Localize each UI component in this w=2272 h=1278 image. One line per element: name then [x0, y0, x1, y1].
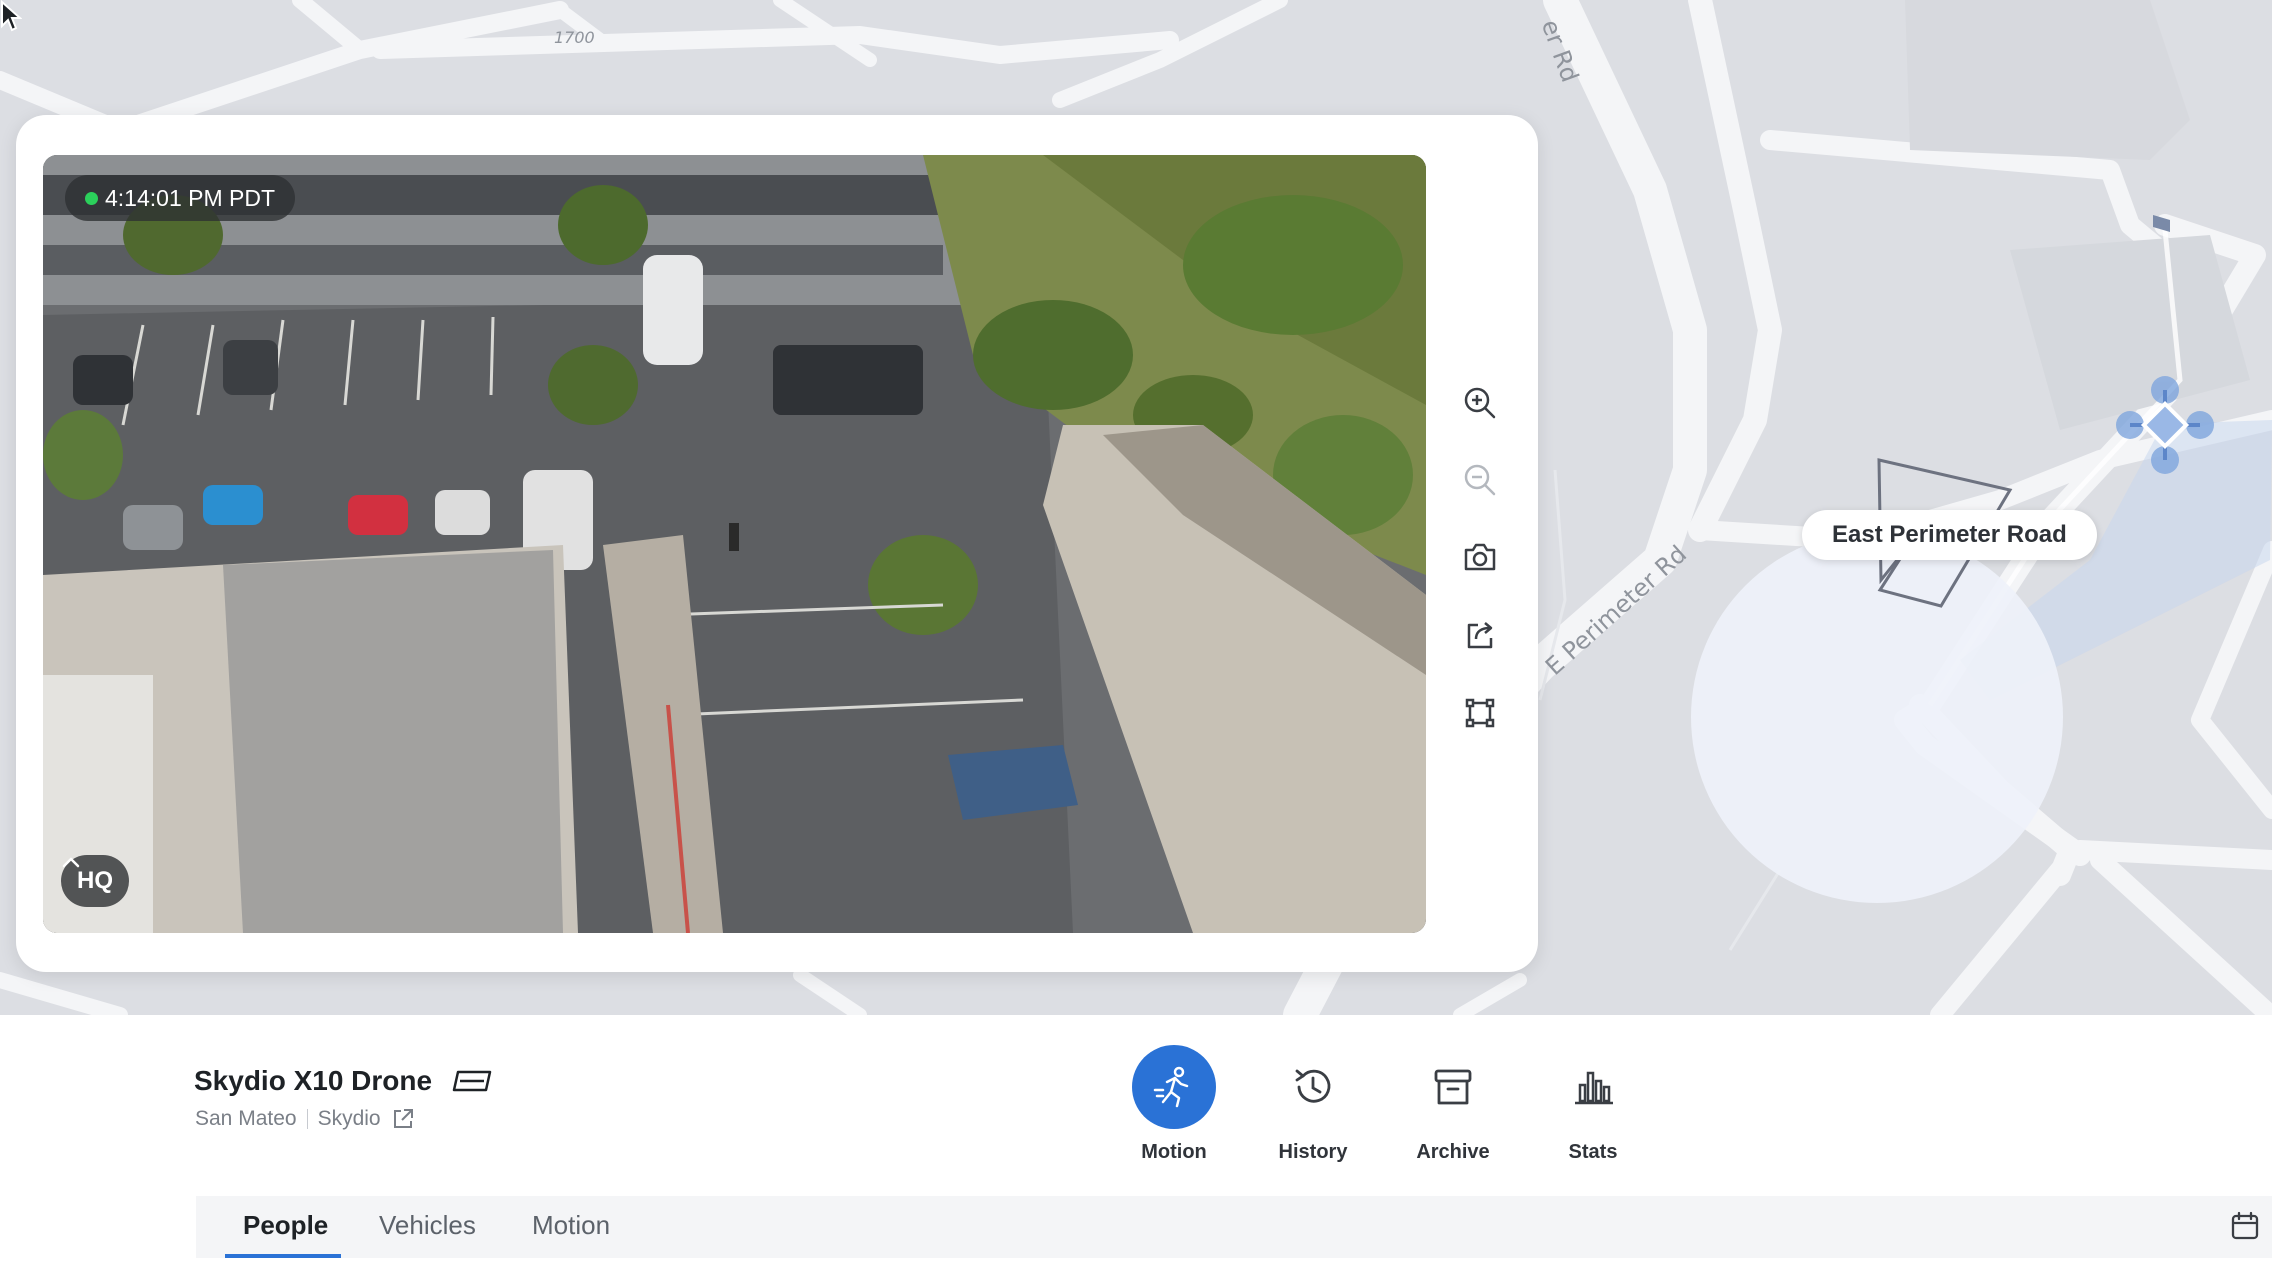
active-tab-indicator	[225, 1254, 341, 1258]
timestamp-text: 4:14:01 PM PDT	[105, 184, 276, 211]
zoom-out-button[interactable]	[1450, 450, 1510, 510]
street-label-1700: 1700	[554, 28, 595, 47]
tab-vehicles[interactable]: Vehicles	[379, 1210, 476, 1241]
location-tag: East Perimeter Road	[1802, 510, 2097, 560]
stats-action-label: Stats	[1568, 1141, 1618, 1163]
calendar-icon[interactable]	[2230, 1211, 2260, 1241]
live-video-feed[interactable]: 4:14:01 PM PDT HQ	[43, 155, 1426, 933]
drone-device-icon	[452, 1070, 492, 1092]
camera-icon	[1464, 543, 1496, 571]
quality-label: HQ	[77, 867, 113, 894]
bar-chart-icon	[1575, 1071, 1613, 1105]
motion-action-label: Motion	[1141, 1141, 1207, 1163]
stats-action-circle	[1551, 1045, 1635, 1129]
share-button[interactable]	[1450, 605, 1510, 665]
archive-icon	[1434, 1069, 1472, 1105]
fit-frame-button[interactable]	[1450, 683, 1510, 743]
device-meta: San Mateo Skydio	[195, 1107, 415, 1131]
motion-action-button[interactable]: Motion	[1124, 1045, 1224, 1164]
history-action-button[interactable]: History	[1263, 1045, 1363, 1164]
archive-action-label: Archive	[1416, 1141, 1490, 1163]
tab-people[interactable]: People	[243, 1210, 328, 1241]
live-indicator-dot	[85, 192, 98, 205]
drone-marker-icon[interactable]	[2110, 370, 2220, 480]
external-link-icon[interactable]	[391, 1107, 415, 1131]
archive-action-circle	[1411, 1045, 1495, 1129]
archive-action-button[interactable]: Archive	[1403, 1045, 1503, 1164]
quality-selector[interactable]: HQ	[61, 855, 129, 907]
device-location: San Mateo	[195, 1107, 297, 1130]
snapshot-button[interactable]	[1450, 527, 1510, 587]
history-action-circle	[1271, 1045, 1355, 1129]
motion-action-circle	[1132, 1045, 1216, 1129]
share-icon	[1467, 622, 1493, 649]
drone-camera-image	[43, 155, 1426, 933]
tab-bar	[196, 1196, 2272, 1258]
meta-divider	[306, 1109, 308, 1129]
device-org: Skydio	[317, 1107, 381, 1130]
history-icon	[1295, 1069, 1331, 1103]
fit-frame-icon	[1465, 698, 1495, 728]
video-card: 4:14:01 PM PDT HQ	[16, 115, 1538, 972]
device-title: Skydio X10 Drone	[194, 1065, 494, 1097]
history-action-label: History	[1278, 1141, 1348, 1163]
chevron-up-icon	[62, 857, 80, 868]
device-name-text: Skydio X10 Drone	[194, 1065, 433, 1096]
timestamp-badge: 4:14:01 PM PDT	[65, 175, 296, 221]
stats-action-button[interactable]: Stats	[1543, 1045, 1643, 1164]
tab-motion[interactable]: Motion	[532, 1210, 610, 1241]
zoom-out-icon	[1464, 464, 1496, 496]
mouse-cursor-icon	[1, 0, 22, 32]
zoom-in-button[interactable]	[1450, 373, 1510, 433]
zoom-in-icon	[1464, 387, 1496, 419]
running-person-icon	[1153, 1066, 1189, 1108]
